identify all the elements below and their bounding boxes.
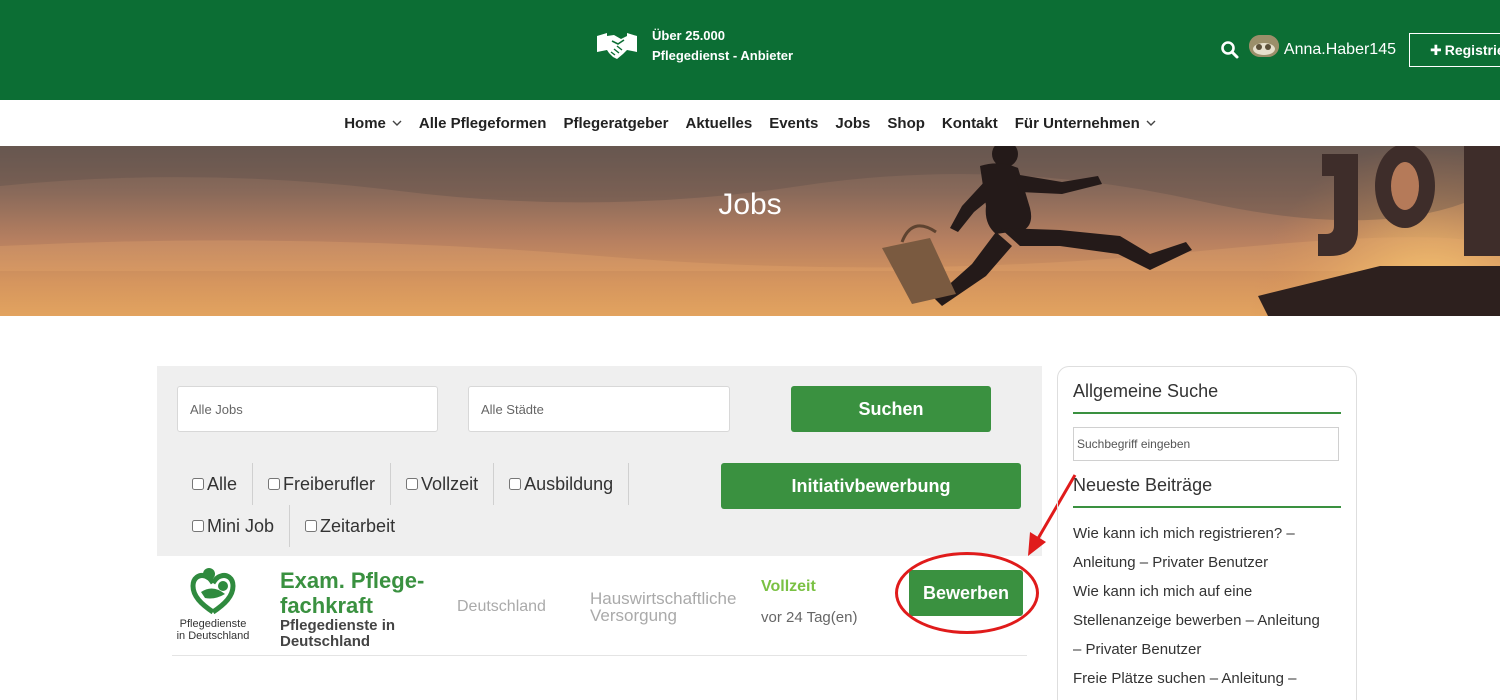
recent-posts-heading: Neueste Beiträge	[1073, 475, 1341, 508]
filter-freiberufler-checkbox[interactable]	[268, 478, 281, 490]
general-search-heading: Allgemeine Suche	[1073, 381, 1341, 414]
category-line1: Hauswirtschaftliche	[590, 589, 737, 608]
recent-post-link[interactable]: Stellenanzeige bewerben – Anleitung	[1073, 606, 1343, 635]
job-title-line2: fachkraft	[280, 593, 373, 618]
apply-button[interactable]: Bewerben	[909, 570, 1023, 616]
recent-post-link[interactable]: Anleitung – Privater Benutzer	[1073, 548, 1343, 577]
chevron-down-icon	[392, 120, 402, 126]
recent-post-link[interactable]: Wie kann ich mich registrieren? –	[1073, 519, 1343, 548]
job-search-panel: Suchen Alle Freiberufler Vollzeit Ausbil…	[157, 366, 1042, 556]
filter-zeitarbeit-checkbox[interactable]	[305, 520, 318, 532]
logo-text-line1: Pflegedienste	[179, 618, 247, 630]
nav-item-label: Events	[769, 114, 819, 132]
filter-label: Alle	[207, 473, 238, 494]
logo-text: Pflegedienste in Deutschland	[172, 618, 254, 642]
category-line2: Versorgung	[590, 606, 677, 625]
recent-posts-list: Wie kann ich mich registrieren? – Anleit…	[1073, 519, 1343, 693]
job-listing-row[interactable]: Pflegedienste in Deutschland Exam. Pfleg…	[172, 558, 1027, 656]
job-type: Vollzeit	[761, 578, 816, 595]
nav-item-jobs[interactable]: Jobs	[835, 115, 870, 132]
filter-vollzeit-checkbox[interactable]	[406, 478, 419, 490]
filter-label: Ausbildung	[524, 473, 614, 494]
brand-logo[interactable]: Über 25.000 Pflegedienst - Anbieter	[596, 26, 793, 66]
sidebar: Allgemeine Suche Neueste Beiträge Wie ka…	[1057, 366, 1357, 700]
filter-row-2: Mini Job Zeitarbeit	[177, 505, 410, 547]
filter-alle[interactable]: Alle	[177, 463, 254, 505]
filter-label: Zeitarbeit	[320, 515, 396, 536]
jobs-search-input[interactable]	[177, 386, 438, 432]
job-category: Hauswirtschaftliche Versorgung	[590, 590, 760, 624]
filter-label: Mini Job	[207, 515, 275, 536]
company-line1: Pflegedienste in	[280, 617, 396, 634]
nav-item-pflegeratgeber[interactable]: Pflegeratgeber	[563, 115, 668, 132]
username[interactable]: Anna.Haber145	[1284, 41, 1396, 59]
logo-text-line2: in Deutschland	[176, 630, 250, 642]
care-heart-logo-icon	[190, 568, 236, 615]
plus-icon: ✚	[1430, 41, 1442, 58]
job-age: vor 24 Tag(en)	[761, 609, 858, 626]
filter-alle-checkbox[interactable]	[192, 478, 204, 490]
nav-item-label: Pflegeratgeber	[563, 114, 669, 132]
tagline-line1: Über 25.000	[652, 28, 725, 43]
filter-mini-job-checkbox[interactable]	[192, 520, 204, 532]
recent-post-link[interactable]: Freie Plätze suchen – Anleitung –	[1073, 664, 1343, 693]
nav-item-für-unternehmen[interactable]: Für Unternehmen	[1015, 115, 1156, 132]
initiative-application-button[interactable]: Initiativbewerbung	[721, 463, 1021, 509]
nav-item-alle-pflegeformen[interactable]: Alle Pflegeformen	[419, 115, 547, 132]
job-location: Deutschland	[457, 598, 546, 615]
nav-item-label: Home	[344, 114, 386, 132]
search-icon[interactable]	[1219, 39, 1241, 61]
nav-item-kontakt[interactable]: Kontakt	[942, 115, 998, 132]
company-line2: Deutschland	[280, 633, 371, 650]
hero-banner: Jobs	[0, 146, 1500, 316]
page-title: Jobs	[718, 188, 782, 221]
main-nav: Home Alle Pflegeformen Pflegeratgeber Aktue…	[0, 100, 1500, 146]
nav-item-label: Shop	[887, 114, 925, 132]
nav-item-label: Kontakt	[941, 114, 998, 132]
nav-item-label: Für Unternehmen	[1014, 114, 1140, 132]
nav-item-label: Aktuelles	[685, 114, 753, 132]
search-button[interactable]: Suchen	[791, 386, 991, 432]
job-title-line1: Exam. Pflege-	[280, 568, 425, 593]
filter-vollzeit[interactable]: Vollzeit	[391, 463, 495, 505]
hero-background	[0, 146, 1500, 316]
site-header: Über 25.000 Pflegedienst - Anbieter Anna…	[0, 0, 1500, 100]
filter-ausbildung[interactable]: Ausbildung	[494, 463, 630, 505]
job-company: Pflegedienste in Deutschland	[280, 618, 430, 650]
brand-tagline: Über 25.000 Pflegedienst - Anbieter	[652, 26, 793, 66]
company-logo[interactable]: Pflegedienste in Deutschland	[172, 566, 254, 644]
filter-ausbildung-checkbox[interactable]	[509, 478, 522, 490]
nav-item-home[interactable]: Home	[344, 115, 402, 132]
filter-label: Freiberufler	[283, 473, 376, 494]
filter-zeitarbeit[interactable]: Zeitarbeit	[290, 505, 410, 547]
tagline-line2: Pflegedienst - Anbieter	[652, 48, 794, 63]
chevron-down-icon	[1146, 120, 1156, 126]
filter-row-1: Alle Freiberufler Vollzeit Ausbildung	[177, 463, 630, 505]
job-title[interactable]: Exam. Pflege- fachkraft	[280, 568, 440, 618]
nav-item-aktuelles[interactable]: Aktuelles	[685, 115, 752, 132]
city-search-input[interactable]	[468, 386, 730, 432]
handshake-icon	[597, 33, 637, 59]
nav-item-label: Jobs	[835, 114, 871, 132]
filter-freiberufler[interactable]: Freiberufler	[253, 463, 392, 505]
filter-label: Vollzeit	[421, 473, 479, 494]
nav-item-events[interactable]: Events	[769, 115, 818, 132]
nav-item-shop[interactable]: Shop	[887, 115, 925, 132]
recent-post-link[interactable]: – Privater Benutzer	[1073, 635, 1343, 664]
nav-item-label: Alle Pflegeformen	[418, 114, 547, 132]
register-button[interactable]: ✚ Registrieren	[1409, 33, 1500, 67]
register-label: Registrieren	[1444, 42, 1500, 58]
avatar[interactable]	[1248, 35, 1279, 57]
user-area: Anna.Haber145 ✚ Registrieren	[1219, 33, 1500, 67]
filter-mini-job[interactable]: Mini Job	[177, 505, 291, 547]
sidebar-search-input[interactable]	[1073, 427, 1339, 461]
recent-post-link[interactable]: Wie kann ich mich auf eine	[1073, 577, 1343, 606]
